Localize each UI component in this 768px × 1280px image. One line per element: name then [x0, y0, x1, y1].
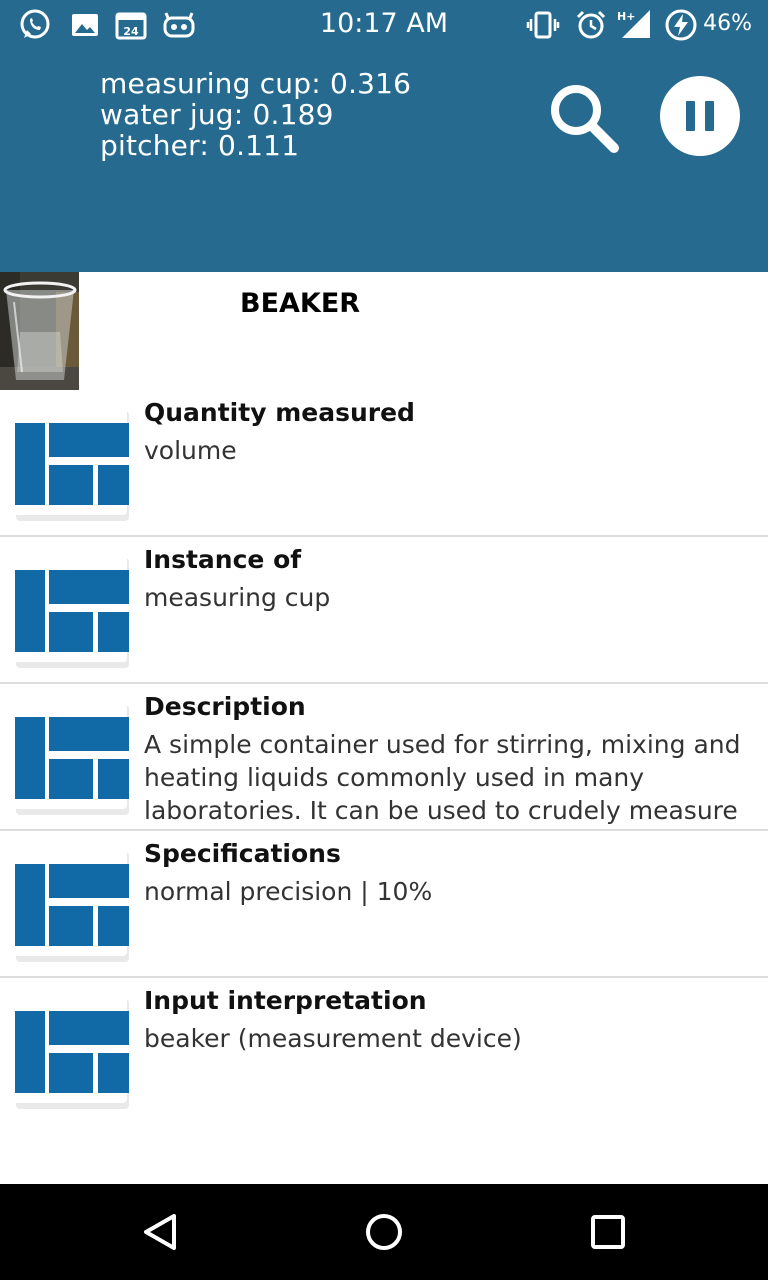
prediction-line: pitcher: 0.111: [100, 129, 300, 162]
network-type-text: H+: [617, 10, 635, 23]
row-value: beaker (measurement device): [144, 1024, 522, 1053]
predictions-list: measuring cup: 0.316 water jug: 0.189 pi…: [100, 68, 411, 161]
row-label: Description: [144, 692, 306, 721]
row-value: normal precision | 10%: [144, 877, 433, 906]
prediction-line: water jug: 0.189: [100, 98, 334, 131]
navigation-bar: [0, 1184, 768, 1280]
captured-photo-thumbnail[interactable]: [0, 272, 79, 390]
screen: 24 10:17 AM H+ 46% measuring cup: 0.316 …: [0, 0, 768, 1280]
info-row-description[interactable]: Description A simple container used for …: [0, 684, 768, 831]
prediction-line: measuring cup: 0.316: [100, 67, 412, 100]
vibrate-icon: [526, 11, 560, 39]
info-row-input-interpretation[interactable]: Input interpretation beaker (measurement…: [0, 978, 768, 1123]
battery-percent: 46%: [703, 11, 752, 36]
back-icon[interactable]: [136, 1208, 184, 1256]
recents-icon[interactable]: [584, 1208, 632, 1256]
result-title: BEAKER: [240, 288, 361, 319]
pause-button[interactable]: [660, 76, 740, 156]
search-button[interactable]: [544, 80, 624, 156]
row-label: Instance of: [144, 545, 302, 574]
info-row-instance-of[interactable]: Instance of measuring cup: [0, 537, 768, 684]
info-row-specifications[interactable]: Specifications normal precision | 10%: [0, 831, 768, 978]
row-label: Input interpretation: [144, 986, 427, 1015]
table-layout-icon: [14, 850, 129, 962]
battery-charging-icon: [665, 9, 697, 41]
row-value: measuring cup: [144, 583, 331, 612]
info-list: Quantity measured volume Instance of mea…: [0, 390, 768, 1123]
table-layout-icon: [14, 556, 129, 668]
row-label: Specifications: [144, 839, 341, 868]
alarm-icon: [576, 10, 606, 39]
row-value: A simple container used for stirring, mi…: [144, 730, 741, 825]
home-icon[interactable]: [360, 1208, 408, 1256]
row-label: Quantity measured: [144, 398, 415, 427]
header-bar: 24 10:17 AM H+ 46% measuring cup: 0.316 …: [0, 0, 768, 272]
signal-h-plus-icon: H+: [617, 10, 650, 38]
status-bar: 24 10:17 AM H+ 46%: [0, 0, 768, 50]
info-row-quantity-measured[interactable]: Quantity measured volume: [0, 390, 768, 537]
table-layout-icon: [14, 997, 129, 1109]
row-value: volume: [144, 436, 237, 465]
table-layout-icon: [14, 703, 129, 815]
table-layout-icon: [14, 409, 129, 521]
